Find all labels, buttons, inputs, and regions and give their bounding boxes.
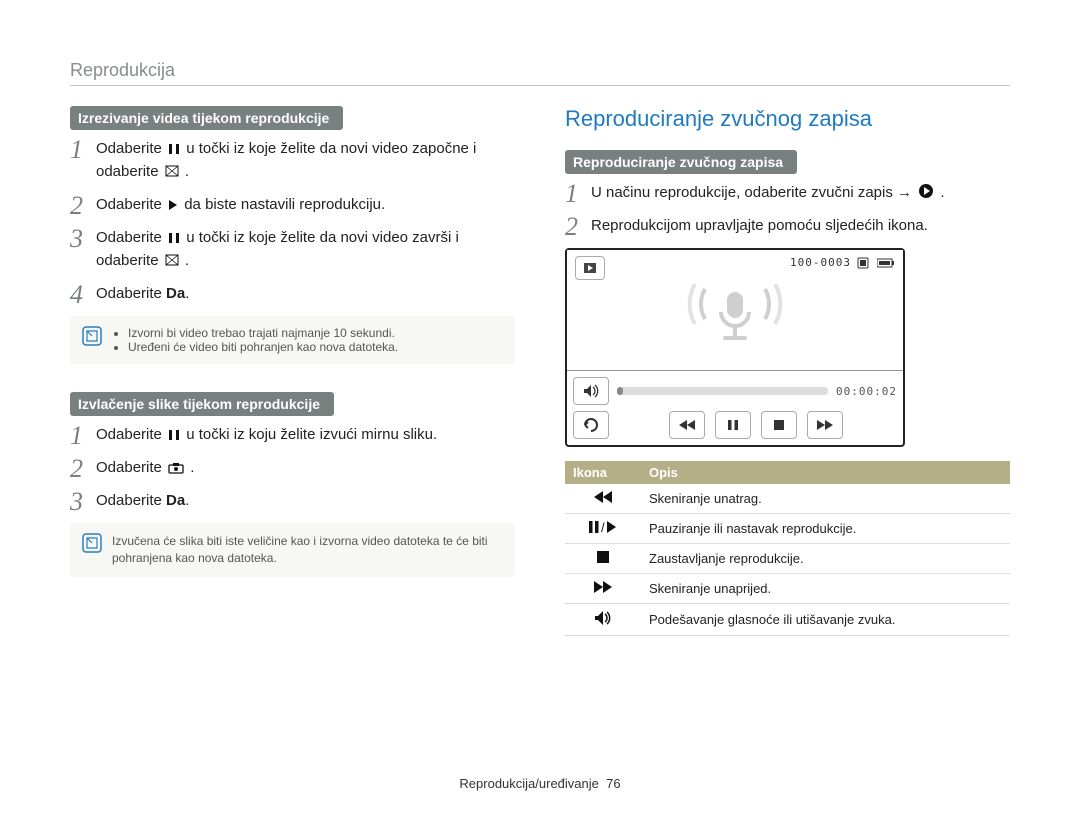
stop-icon: [565, 544, 641, 574]
pause-icon: [168, 426, 180, 447]
play-circle-icon: [918, 183, 934, 205]
segment-audio-playback: Reproduciranje zvučnog zapisa: [565, 150, 797, 174]
volume-icon: [565, 604, 641, 636]
player-status-bar: 100-0003: [790, 256, 895, 269]
segment-extract-image: Izvlačenje slike tijekom reprodukcije: [70, 392, 334, 416]
playback-indicator-icon: [575, 256, 605, 280]
note-bullet: Uređeni će video biti pohranjen kao nova…: [128, 340, 398, 354]
th-desc: Opis: [641, 461, 1010, 484]
battery-icon: [877, 258, 895, 268]
heading-audio-playback: Reproduciranje zvučnog zapisa: [565, 106, 1010, 132]
pause-button[interactable]: [715, 411, 751, 439]
note-icon: [82, 533, 102, 558]
trim-icon: [165, 252, 179, 273]
desc-cell: Zaustavljanje reprodukcije.: [641, 544, 1010, 574]
forward-button[interactable]: [807, 411, 843, 439]
steps-audio-playback: U načinu reprodukcije, odaberite zvučni …: [565, 182, 1010, 236]
th-icon: Ikona: [565, 461, 641, 484]
desc-cell: Skeniranje unatrag.: [641, 484, 1010, 514]
manual-page: Reprodukcija Izrezivanje videa tijekom r…: [0, 0, 1080, 815]
pause-icon: [168, 140, 180, 161]
left-column: Izrezivanje videa tijekom reprodukcije O…: [70, 106, 515, 636]
play-icon: [168, 196, 178, 217]
back-button[interactable]: [573, 411, 609, 439]
rewind-button[interactable]: [669, 411, 705, 439]
icon-description-table: Ikona Opis Skeniranje unatrag. /: [565, 461, 1010, 636]
note-icon: [82, 326, 102, 351]
desc-cell: Skeniranje unaprijed.: [641, 574, 1010, 604]
desc-cell: Pauziranje ili nastavak reprodukcije.: [641, 514, 1010, 544]
step-2: Odaberite .: [70, 457, 515, 480]
progress-bar[interactable]: [617, 387, 828, 395]
step-2: Odaberite da biste nastavili reprodukcij…: [70, 194, 515, 217]
rewind-icon: [565, 484, 641, 514]
step-2: Reprodukcijom upravljajte pomoću sljedeć…: [565, 215, 1010, 236]
note-text: Izvučena će slika biti iste veličine kao…: [112, 533, 503, 567]
microphone-icon: [665, 284, 805, 359]
trim-icon: [165, 163, 179, 184]
file-counter: 100-0003: [790, 256, 851, 269]
table-row: Skeniranje unatrag.: [565, 484, 1010, 514]
step-4: Odaberite Da.: [70, 283, 515, 304]
time-label: 00:00:02: [836, 385, 897, 398]
page-footer: Reprodukcija/uređivanje 76: [0, 776, 1080, 791]
pause-play-icon: /: [565, 514, 641, 544]
section-label: Reprodukcija: [70, 60, 1010, 86]
note-bullet: Izvorni bi video trebao trajati najmanje…: [128, 326, 398, 340]
volume-button[interactable]: [573, 377, 609, 405]
table-row: Skeniranje unaprijed.: [565, 574, 1010, 604]
step-1: U načinu reprodukcije, odaberite zvučni …: [565, 182, 1010, 205]
note-trim: Izvorni bi video trebao trajati najmanje…: [70, 316, 515, 364]
table-row: Zaustavljanje reprodukcije.: [565, 544, 1010, 574]
step-3: Odaberite Da.: [70, 490, 515, 511]
step-3: Odaberite u točki iz koje želite da novi…: [70, 227, 515, 273]
table-row: Podešavanje glasnoće ili utišavanje zvuk…: [565, 604, 1010, 636]
stop-button[interactable]: [761, 411, 797, 439]
card-icon: [857, 257, 871, 269]
right-column: Reproduciranje zvučnog zapisa Reproducir…: [565, 106, 1010, 636]
desc-cell: Podešavanje glasnoće ili utišavanje zvuk…: [641, 604, 1010, 636]
page-number: 76: [606, 776, 620, 791]
step-1: Odaberite u točki iz koju želite izvući …: [70, 424, 515, 447]
audio-player-screenshot: 100-0003: [565, 248, 905, 447]
pause-icon: [168, 229, 180, 250]
forward-icon: [565, 574, 641, 604]
steps-extract-image: Odaberite u točki iz koju želite izvući …: [70, 424, 515, 511]
note-extract: Izvučena će slika biti iste veličine kao…: [70, 523, 515, 577]
segment-trim-video: Izrezivanje videa tijekom reprodukcije: [70, 106, 343, 130]
table-row: / Pauziranje ili nastavak reprodukcije.: [565, 514, 1010, 544]
camera-icon: [168, 459, 184, 480]
steps-trim-video: Odaberite u točki iz koje želite da novi…: [70, 138, 515, 304]
svg-text:/: /: [601, 520, 605, 534]
step-1: Odaberite u točki iz koje želite da novi…: [70, 138, 515, 184]
